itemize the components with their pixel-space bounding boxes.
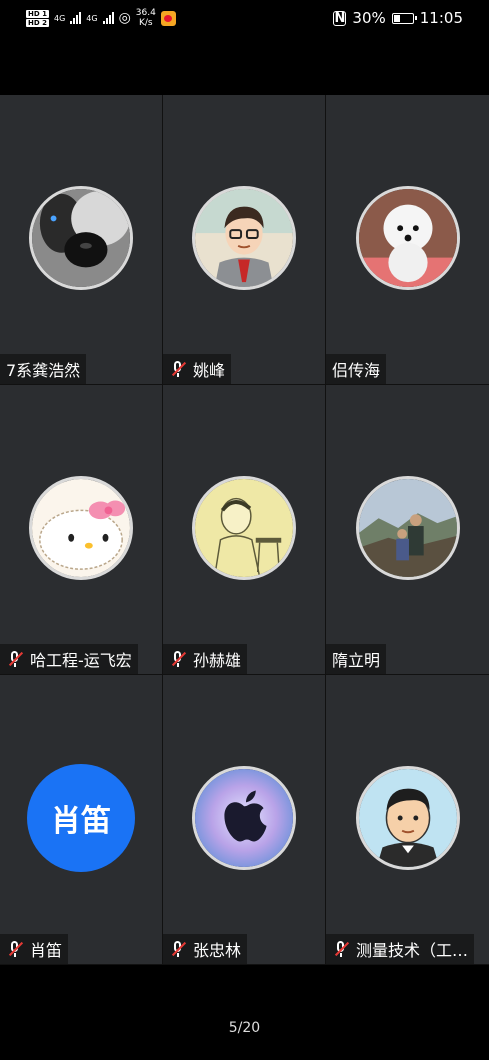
avatar	[355, 186, 460, 290]
participant-tile[interactable]: 孙赫雄	[163, 385, 325, 674]
battery-icon	[391, 12, 417, 24]
hd2-label: HD 2	[26, 18, 49, 27]
status-left: HD 1 HD 2 4G 4G ◎ 36.4 K/s	[26, 8, 176, 28]
network-2-label: 4G	[86, 13, 98, 23]
avatar	[355, 766, 460, 870]
participant-name: 姚峰	[193, 361, 226, 380]
name-tag: 7系龚浩然	[0, 354, 87, 384]
page-indicator: 5/20	[228, 1020, 261, 1036]
cartoon-man-icon	[195, 189, 293, 287]
mic-muted-icon	[169, 650, 187, 668]
avatar-text: 肖笛	[51, 804, 111, 839]
nfc-icon: N	[333, 10, 347, 26]
mic-muted-icon	[6, 650, 24, 668]
speed-unit: K/s	[139, 18, 153, 28]
participant-tile[interactable]: 肖笛 肖笛	[0, 675, 162, 964]
participant-name: 肖笛	[30, 941, 63, 960]
network-speed: 36.4 K/s	[136, 8, 156, 28]
clock: 11:05	[419, 9, 463, 27]
landscape-photo-icon	[358, 479, 457, 577]
name-tag: 侣传海	[326, 354, 387, 384]
status-bar: HD 1 HD 2 4G 4G ◎ 36.4 K/s N 30% 11:05	[0, 0, 489, 36]
avatar	[29, 186, 133, 290]
signal-1-icon	[70, 12, 82, 24]
avatar	[29, 476, 133, 580]
cartoon-boy-icon	[358, 769, 457, 867]
mic-muted-icon	[332, 940, 350, 958]
wifi-icon: ◎	[118, 10, 131, 26]
participant-tile[interactable]: 姚峰	[163, 95, 325, 384]
name-tag: 哈工程-运飞宏	[0, 644, 138, 674]
battery-percent: 30%	[352, 9, 386, 27]
participant-name: 7系龚浩然	[6, 361, 81, 380]
speed-value: 36.4	[135, 8, 156, 18]
apple-logo-icon	[195, 769, 293, 867]
status-right: N 30% 11:05	[333, 9, 463, 27]
text-avatar: 肖笛	[27, 764, 135, 872]
hd1-label: HD 1	[26, 9, 49, 18]
avatar	[192, 476, 296, 580]
participant-name: 侣传海	[332, 361, 381, 380]
mic-muted-icon	[169, 940, 187, 958]
sketch-man-icon	[195, 479, 293, 577]
dog-photo-icon	[32, 189, 130, 287]
avatar	[355, 476, 460, 580]
participant-tile[interactable]: 隋立明	[326, 385, 489, 674]
participant-grid: 7系龚浩然 姚峰 侣传海 哈工程-运飞宏 孙赫雄 隋立明 肖笛 肖笛 张忠林 测…	[0, 95, 489, 965]
name-tag: 张忠林	[163, 934, 248, 964]
participant-tile[interactable]: 哈工程-运飞宏	[0, 385, 162, 674]
participant-name: 测量技术（工…	[356, 941, 469, 960]
participant-name: 哈工程-运飞宏	[30, 651, 132, 670]
participant-tile[interactable]: 张忠林	[163, 675, 325, 964]
name-tag: 肖笛	[0, 934, 69, 964]
network-1-label: 4G	[53, 13, 66, 23]
avatar	[192, 766, 296, 870]
white-dog-icon	[358, 189, 457, 287]
participant-name: 隋立明	[332, 651, 381, 670]
name-tag: 孙赫雄	[163, 644, 248, 674]
participant-tile[interactable]: 测量技术（工…	[326, 675, 489, 964]
name-tag: 测量技术（工…	[326, 934, 475, 964]
participant-tile[interactable]: 侣传海	[326, 95, 489, 384]
avatar	[192, 186, 296, 290]
name-tag: 隋立明	[326, 644, 387, 674]
mic-muted-icon	[169, 360, 187, 378]
hello-kitty-icon	[32, 479, 130, 577]
name-tag: 姚峰	[163, 354, 232, 384]
signal-2-icon	[102, 12, 114, 24]
weibo-icon	[160, 10, 176, 26]
hd-indicator: HD 1 HD 2	[26, 9, 49, 27]
participant-tile[interactable]: 7系龚浩然	[0, 95, 162, 384]
mic-muted-icon	[6, 940, 24, 958]
participant-name: 孙赫雄	[193, 651, 242, 670]
participant-name: 张忠林	[193, 941, 242, 960]
